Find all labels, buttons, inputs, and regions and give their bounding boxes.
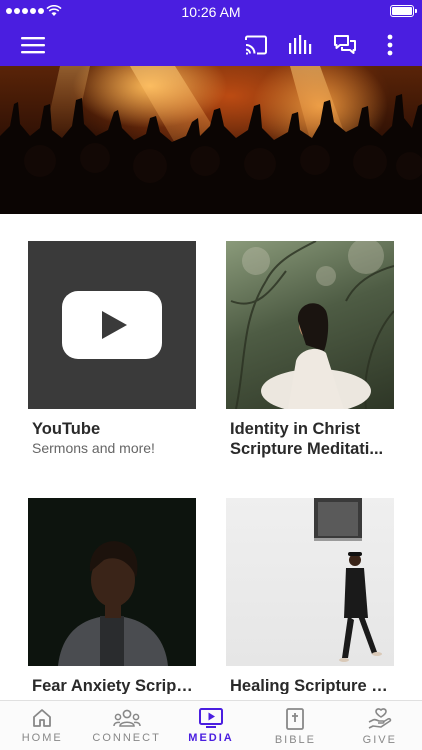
youtube-play-icon <box>62 291 162 359</box>
media-grid: YouTube Sermons and more! Identity in Ch… <box>0 214 422 700</box>
tab-home[interactable]: HOME <box>0 701 84 750</box>
app-bar <box>0 24 422 66</box>
hero-banner-image <box>0 66 422 214</box>
tab-label: HOME <box>21 732 63 744</box>
youtube-thumbnail <box>28 241 196 409</box>
healing-thumbnail <box>226 498 394 666</box>
more-vertical-icon[interactable] <box>380 24 400 66</box>
media-card-youtube[interactable]: YouTube Sermons and more! <box>28 241 196 456</box>
card-title: Fear Anxiety Scripture Meditati... <box>32 677 196 694</box>
cast-icon[interactable] <box>242 24 270 66</box>
audio-bars-icon[interactable] <box>286 24 314 66</box>
fear-anxiety-thumbnail <box>28 498 196 666</box>
tab-give[interactable]: GIVE <box>338 701 422 750</box>
group-icon <box>112 709 141 727</box>
bible-icon <box>286 708 305 730</box>
tab-bible[interactable]: BIBLE <box>253 701 337 750</box>
tv-play-icon <box>199 708 224 728</box>
media-card-fear-anxiety[interactable]: Fear Anxiety Scripture Meditati... <box>28 498 196 694</box>
home-icon <box>33 709 52 727</box>
tab-label: BIBLE <box>274 734 317 746</box>
give-hand-icon <box>368 708 392 729</box>
card-title: Identity in Christ Scripture Meditati... <box>230 420 384 458</box>
card-subtitle: Sermons and more! <box>32 440 155 456</box>
media-card-healing[interactable]: Healing Scripture Meditati... <box>226 498 394 694</box>
tab-media[interactable]: MEDIA <box>169 701 253 750</box>
tab-label: CONNECT <box>92 732 161 744</box>
menu-icon[interactable] <box>18 24 48 66</box>
card-title: YouTube <box>32 420 101 438</box>
media-card-identity[interactable]: Identity in Christ Scripture Meditati... <box>226 241 394 459</box>
tab-connect[interactable]: CONNECT <box>84 701 168 750</box>
card-title: Healing Scripture Meditati... <box>230 677 394 694</box>
battery-icon <box>390 5 417 17</box>
identity-thumbnail <box>226 241 394 409</box>
status-time: 10:26 AM <box>181 4 241 20</box>
status-bar: 10:26 AM <box>0 0 422 24</box>
chat-icon[interactable] <box>330 24 360 66</box>
tab-label: GIVE <box>362 734 397 746</box>
tab-bar: HOME CONNECT MEDIA BIBLE GIVE <box>0 700 422 750</box>
tab-label: MEDIA <box>188 732 234 744</box>
